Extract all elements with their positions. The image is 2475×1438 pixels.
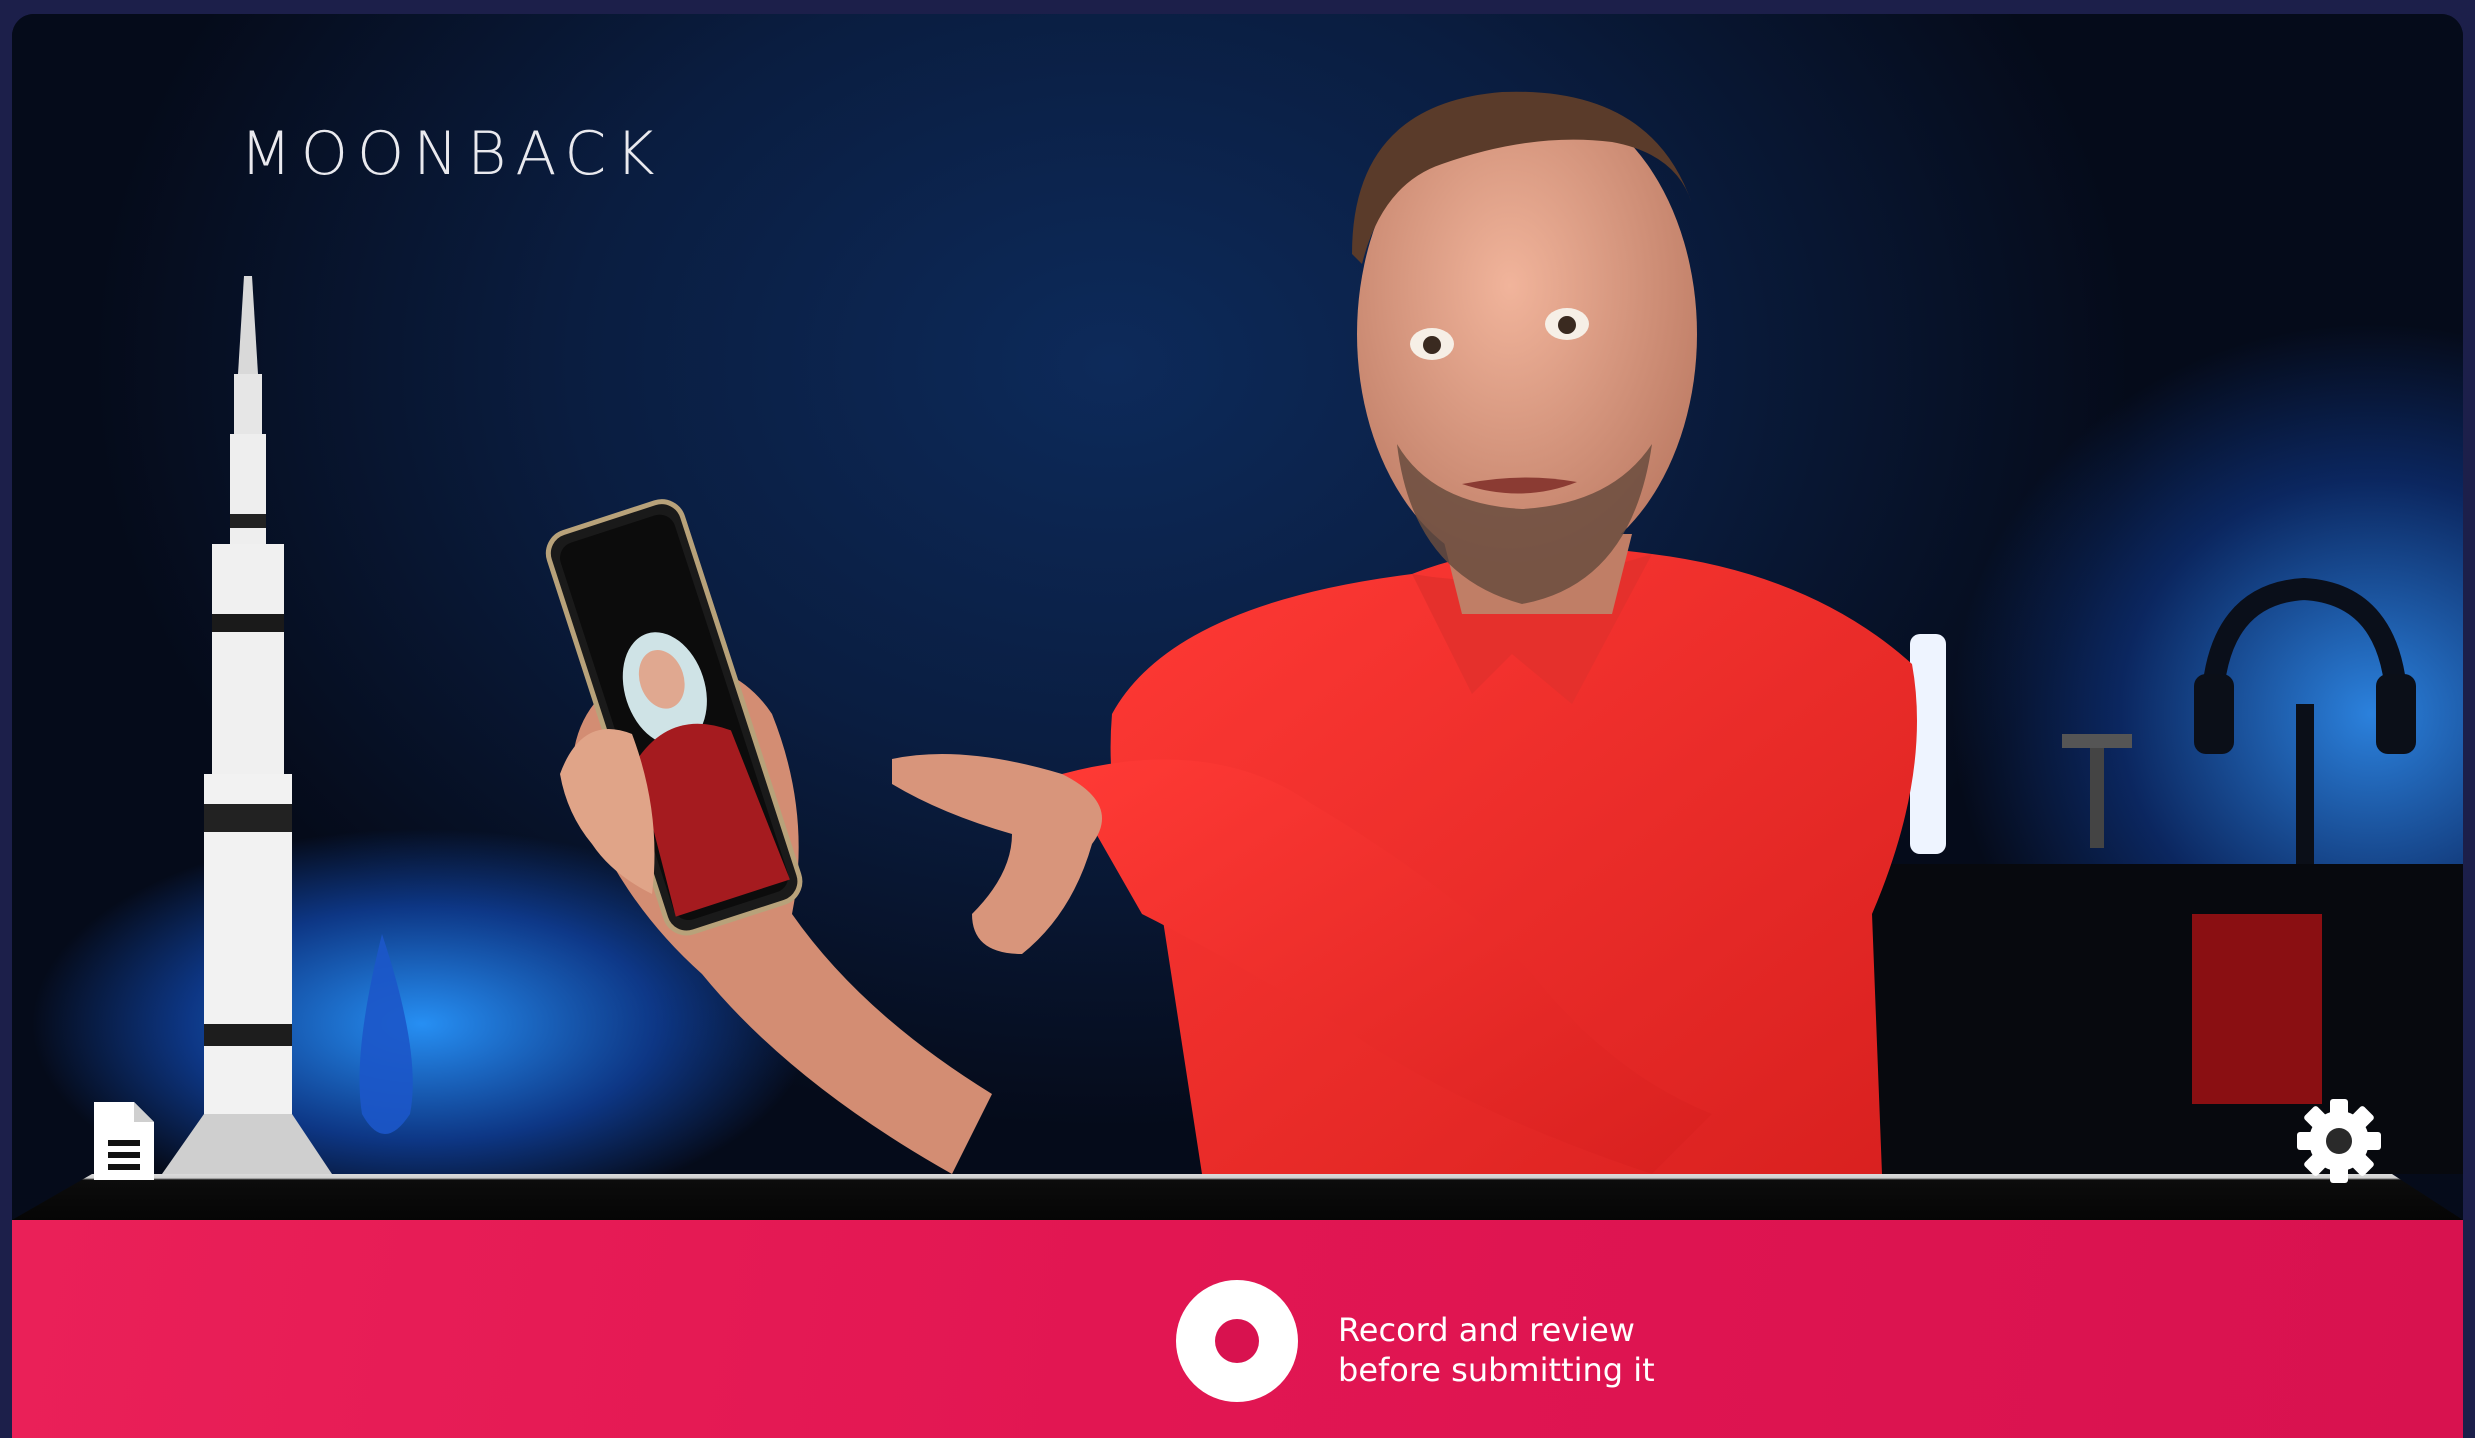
brand-logo: MOONBACK [240, 119, 664, 189]
desk [12, 1174, 2463, 1220]
video-preview: MOONBACK [12, 14, 2463, 1220]
record-instructions-line-2: before submitting it [1338, 1351, 1655, 1389]
record-control-bar: Record and review before submitting it [12, 1220, 2463, 1438]
record-instructions-line-1: Record and review [1338, 1311, 1635, 1349]
record-instructions: Record and review before submitting it [1338, 1310, 1655, 1390]
record-button[interactable] [1176, 1280, 1298, 1402]
document-icon [94, 1102, 154, 1180]
record-icon [1215, 1319, 1259, 1363]
script-document-button[interactable] [90, 1098, 158, 1184]
rocket-model [162, 276, 332, 1174]
microphone [2062, 734, 2132, 748]
presenter [545, 91, 1917, 1174]
recorder-window: MOONBACK Record and review before submit… [12, 14, 2463, 1438]
video-scene [162, 91, 2463, 1174]
lamp [359, 934, 413, 1134]
headphones [2194, 577, 2416, 864]
red-box [2192, 914, 2322, 1104]
gear-icon [2297, 1099, 2381, 1183]
settings-button[interactable] [2294, 1096, 2384, 1186]
